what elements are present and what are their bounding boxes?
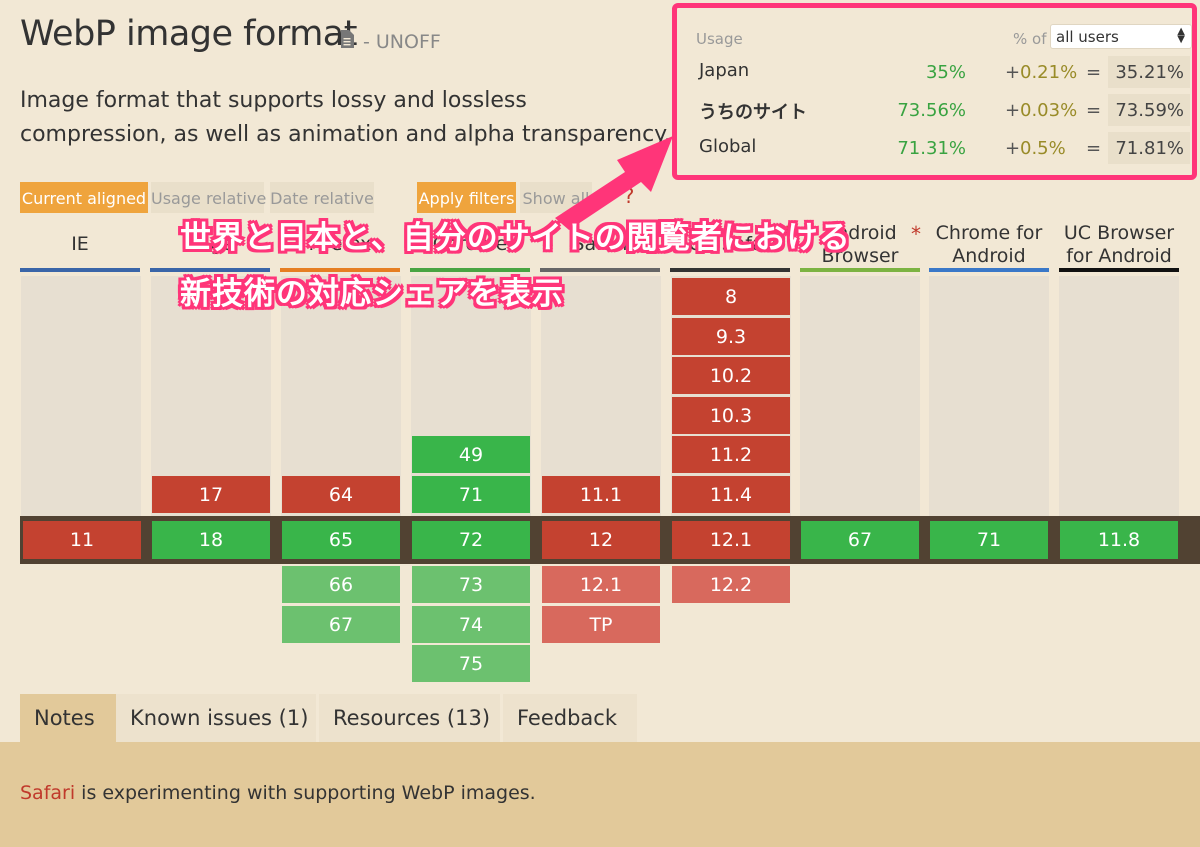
android-browser-asterisk[interactable]: * bbox=[911, 222, 921, 246]
note-text: Safari is experimenting with supporting … bbox=[20, 782, 536, 804]
current-version-cell[interactable]: 65 bbox=[282, 521, 400, 559]
plus-sign: + bbox=[1005, 62, 1021, 83]
note-body: is experimenting with supporting WebP im… bbox=[75, 782, 536, 804]
usage-row-global: Global 71.31% + 0.5% = 71.81% bbox=[677, 130, 1192, 164]
browser-color-bar bbox=[929, 268, 1049, 272]
safari-link[interactable]: Safari bbox=[20, 782, 75, 804]
version-cell[interactable]: 11.4 bbox=[672, 476, 790, 513]
version-cell[interactable]: 10.3 bbox=[672, 397, 790, 434]
column-ie bbox=[21, 276, 141, 518]
user-type-select-value: all users bbox=[1056, 28, 1119, 46]
usage-region: うちのサイト bbox=[699, 102, 807, 123]
browser-color-bar bbox=[670, 268, 790, 272]
version-cell[interactable]: 10.2 bbox=[672, 357, 790, 394]
current-aligned-button[interactable]: Current aligned bbox=[20, 182, 148, 213]
future-version-cell[interactable]: 67 bbox=[282, 606, 400, 643]
current-version-cell[interactable]: 67 bbox=[801, 521, 919, 559]
usage-row-japan: Japan 35% + 0.21% = 35.21% bbox=[677, 54, 1192, 88]
current-version-cell[interactable]: 11 bbox=[23, 521, 141, 559]
status-label: - UNOFF bbox=[363, 31, 441, 53]
current-version-cell[interactable]: 18 bbox=[152, 521, 270, 559]
usage-region: Global bbox=[699, 136, 757, 157]
browser-header-uc-android: UC Browser for Android bbox=[1059, 222, 1179, 272]
annotation-line-1: 世界と日本と、自分のサイトの閲覧者における bbox=[180, 220, 851, 256]
select-arrows-icon: ▲ ▼ bbox=[1177, 26, 1185, 45]
tab-feedback[interactable]: Feedback bbox=[503, 694, 637, 742]
current-version-cell[interactable]: 72 bbox=[412, 521, 530, 559]
column-android bbox=[800, 276, 920, 518]
percent-of-label: % of bbox=[1013, 30, 1047, 48]
column-uc-android bbox=[1059, 276, 1179, 518]
usage-region: Japan bbox=[699, 60, 750, 81]
usage-label: Usage bbox=[696, 30, 743, 48]
current-version-cell[interactable]: 12 bbox=[542, 521, 660, 559]
version-cell[interactable]: 9.3 bbox=[672, 318, 790, 355]
usage-row-own-site: うちのサイト 73.56% + 0.03% = 73.59% bbox=[677, 92, 1192, 126]
browser-name: UC Browser for Android bbox=[1063, 222, 1175, 267]
annotation-line-2: 新技術の対応シェアを表示 bbox=[180, 276, 564, 312]
future-version-cell[interactable]: 73 bbox=[412, 566, 530, 603]
version-cell[interactable]: 11.1 bbox=[542, 476, 660, 513]
version-cell[interactable]: 11.2 bbox=[672, 436, 790, 473]
equals-sign: = bbox=[1086, 100, 1102, 121]
page-title: WebP image format bbox=[20, 14, 357, 54]
future-version-cell[interactable]: 74 bbox=[412, 606, 530, 643]
usage-partial: 0.5% bbox=[1020, 138, 1066, 159]
current-version-cell[interactable]: 11.8 bbox=[1060, 521, 1178, 559]
version-cell[interactable]: 49 bbox=[412, 436, 530, 473]
tab-notes[interactable]: Notes bbox=[20, 694, 122, 742]
future-version-cell[interactable]: 12.1 bbox=[542, 566, 660, 603]
version-cell[interactable]: 71 bbox=[412, 476, 530, 513]
current-version-cell[interactable]: 12.1 bbox=[672, 521, 790, 559]
browser-header-chrome-android: Chrome for Android bbox=[929, 222, 1049, 272]
version-cell[interactable]: 64 bbox=[282, 476, 400, 513]
version-cell[interactable]: 17 bbox=[152, 476, 270, 513]
plus-sign: + bbox=[1005, 100, 1021, 121]
browser-header-ie: IE bbox=[20, 222, 140, 272]
date-relative-button[interactable]: Date relative bbox=[270, 182, 374, 213]
usage-partial: 0.03% bbox=[1020, 100, 1078, 121]
usage-total: 71.81% bbox=[1108, 132, 1190, 164]
browser-name: Chrome for Android bbox=[935, 222, 1043, 267]
tab-known-issues[interactable]: Known issues (1) bbox=[116, 694, 316, 742]
plus-sign: + bbox=[1005, 138, 1021, 159]
usage-panel: Usage % of all users ▲ ▼ Japan 35% + 0.21… bbox=[672, 3, 1197, 180]
browser-name: IE bbox=[71, 233, 89, 255]
apply-filters-button[interactable]: Apply filters bbox=[417, 182, 516, 213]
browser-color-bar bbox=[20, 268, 140, 272]
user-type-select[interactable]: all users ▲ ▼ bbox=[1050, 24, 1192, 49]
usage-supported: 73.56% bbox=[897, 100, 966, 121]
future-version-cell[interactable]: 75 bbox=[412, 645, 530, 682]
current-version-cell[interactable]: 71 bbox=[930, 521, 1048, 559]
usage-total: 73.59% bbox=[1108, 94, 1190, 126]
usage-supported: 35% bbox=[925, 62, 966, 83]
usage-partial: 0.21% bbox=[1020, 62, 1078, 83]
version-cell[interactable]: 8 bbox=[672, 278, 790, 315]
document-icon[interactable] bbox=[340, 30, 354, 48]
future-version-cell[interactable]: TP bbox=[542, 606, 660, 643]
equals-sign: = bbox=[1086, 62, 1102, 83]
browser-color-bar bbox=[800, 268, 920, 272]
tab-resources[interactable]: Resources (13) bbox=[319, 694, 500, 742]
future-version-cell[interactable]: 66 bbox=[282, 566, 400, 603]
usage-supported: 71.31% bbox=[897, 138, 966, 159]
future-version-cell[interactable]: 12.2 bbox=[672, 566, 790, 603]
browser-color-bar bbox=[1059, 268, 1179, 272]
equals-sign: = bbox=[1086, 138, 1102, 159]
usage-relative-button[interactable]: Usage relative bbox=[151, 182, 266, 213]
usage-total: 35.21% bbox=[1108, 56, 1190, 88]
column-chrome-android bbox=[929, 276, 1049, 518]
